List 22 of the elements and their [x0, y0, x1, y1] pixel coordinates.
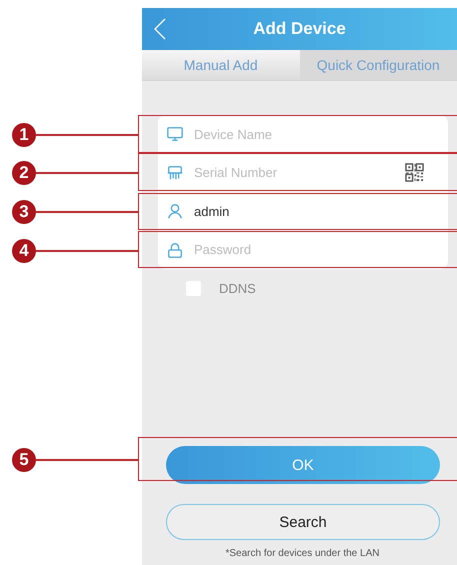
- monitor-icon: [166, 125, 184, 144]
- search-button[interactable]: Search: [166, 504, 440, 540]
- callout-number: 1: [12, 123, 36, 147]
- device-name-field[interactable]: Device Name: [194, 126, 384, 142]
- tab[interactable]: Manual Add: [142, 50, 300, 80]
- qr-code-icon[interactable]: [405, 163, 424, 182]
- search-note: *Search for devices under the LAN: [224, 548, 380, 559]
- ok-button[interactable]: OK: [166, 446, 440, 484]
- callout-number: 5: [12, 448, 36, 472]
- username-field[interactable]: admin: [194, 204, 384, 219]
- ddns-label: DDNS: [219, 281, 256, 296]
- password-field[interactable]: Password: [194, 242, 384, 258]
- tab[interactable]: Quick Configuration: [300, 50, 457, 80]
- callout-number: 3: [12, 200, 36, 224]
- lock-icon: [166, 240, 184, 259]
- user-icon: [166, 202, 184, 220]
- device-icon: [166, 164, 184, 182]
- serial-number-field[interactable]: Serial Number: [194, 165, 384, 180]
- back-icon[interactable]: [154, 18, 166, 40]
- screen-title: Add Device: [253, 19, 346, 39]
- callout-number: 2: [12, 161, 36, 185]
- callout-number: 4: [12, 239, 36, 263]
